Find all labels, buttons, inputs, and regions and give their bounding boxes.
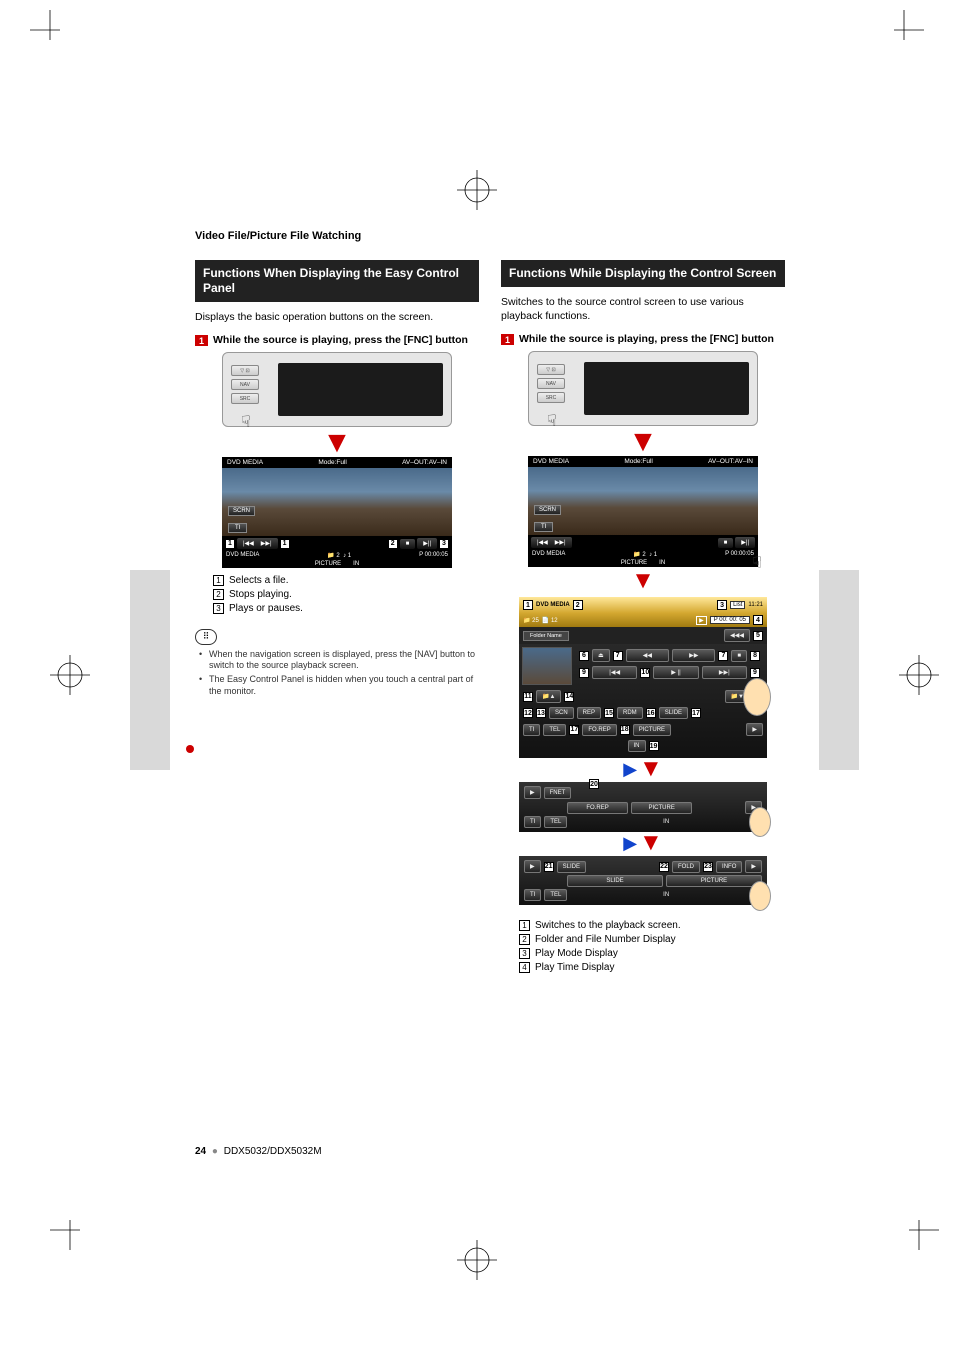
hand-pointer-icon: ☟	[752, 553, 762, 573]
ps-time: P 00:00:05	[419, 552, 448, 559]
page-number: 24	[195, 1146, 206, 1157]
page-footer: 24 ● DDX5032/DDX5032M	[195, 1146, 322, 1157]
step-number: 1	[501, 334, 514, 345]
device-top-row: ▽ ⊡	[537, 364, 565, 375]
flow-arrow-play-down-icon: ▶▼	[501, 836, 785, 850]
ti-button: TI	[228, 523, 247, 533]
left-legend: 1Selects a file. 2Stops playing. 3Plays …	[213, 574, 479, 616]
model-label: DDX5032/DDX5032M	[224, 1146, 322, 1157]
print-marker-dot	[186, 745, 194, 753]
callout: 3	[439, 539, 449, 549]
easy-playback-screenshot: DVD MEDIA Mode:Full AV–OUT:AV–IN SCRN TI…	[222, 457, 452, 568]
crop-corner	[894, 10, 924, 40]
playback-screenshot: DVD MEDIA Mode:Full AV–OUT:AV–IN SCRN TI…	[528, 456, 758, 567]
right-column: Functions While Displaying the Control S…	[501, 260, 785, 985]
extra-bar-screenshot-2: ▶ 21 SLIDE 22 FOLD 23 INFO ▶ SLIDE PICTU…	[519, 856, 767, 905]
step-text: While the source is playing, press the […	[519, 333, 774, 345]
right-header: Functions While Displaying the Control S…	[501, 260, 785, 287]
hand-pointer-icon: ☟	[547, 411, 557, 431]
face-illustration	[749, 807, 771, 837]
right-step: 1 While the source is playing, press the…	[501, 333, 785, 345]
ps-avout: AV–OUT:AV–IN	[402, 459, 447, 466]
left-notes: When the navigation screen is displayed,…	[199, 649, 479, 698]
ps-source: DVD MEDIA	[533, 458, 569, 465]
ps-source: DVD MEDIA	[227, 459, 263, 466]
device-tab-nav: NAV	[537, 378, 565, 389]
section-label: Video File/Picture File Watching	[195, 230, 785, 242]
step-number: 1	[195, 335, 208, 346]
face-illustration	[749, 881, 771, 911]
flow-arrow-play-down-icon: ▶▼	[501, 762, 785, 776]
ps-mode: Mode:Full	[318, 459, 347, 466]
crop-corner	[909, 1220, 939, 1250]
scrn-button: SCRN	[228, 506, 255, 516]
extra-bar-screenshot-1: ▶ 20 FNET FO.REP PICTURE ▶ TI TEL IN	[519, 782, 767, 832]
ps-bottom-source: DVD MEDIA	[532, 551, 565, 558]
ps-bottom-source: DVD MEDIA	[226, 552, 259, 559]
device-top-row: ▽ ⊡	[231, 365, 259, 376]
crop-mark	[457, 170, 497, 210]
left-desc: Displays the basic operation buttons on …	[195, 310, 479, 324]
flow-arrow-down-icon: ▼	[501, 434, 785, 450]
crop-corner	[30, 10, 60, 40]
device-tab-src: SRC	[537, 392, 565, 403]
print-margin-bar	[130, 570, 170, 770]
ps-mode: Mode:Full	[624, 458, 653, 465]
control-screen-screenshot: 1 DVD MEDIA 2 3 List 11:21 📁 25 📄 12 ▶ P…	[519, 597, 767, 758]
face-illustration	[743, 678, 771, 716]
crop-mark	[899, 655, 939, 695]
crop-corner	[50, 1220, 80, 1250]
right-desc: Switches to the source control screen to…	[501, 295, 785, 323]
callout: 1	[225, 539, 235, 549]
left-column: Functions When Displaying the Easy Contr…	[195, 260, 479, 985]
ps-avout: AV–OUT:AV–IN	[708, 458, 753, 465]
left-header: Functions When Displaying the Easy Contr…	[195, 260, 479, 302]
device-tab-nav: NAV	[231, 379, 259, 390]
flow-arrow-down-icon: ▼	[195, 435, 479, 451]
print-margin-bar	[819, 570, 859, 770]
right-legend: 1Switches to the playback screen. 2Folde…	[519, 919, 785, 975]
device-illustration: ▽ ⊡ NAV SRC ☟	[528, 351, 758, 426]
step-text: While the source is playing, press the […	[213, 334, 468, 346]
callout: 1	[280, 539, 290, 549]
callout: 2	[388, 539, 398, 549]
hand-pointer-icon: ☟	[241, 412, 251, 432]
ps-time: P 00:00:05	[725, 551, 754, 558]
flow-arrow-down-icon: ▼	[501, 573, 785, 589]
scrn-button: SCRN	[534, 505, 561, 515]
crop-mark	[457, 1240, 497, 1280]
note-icon: ⠿	[195, 629, 217, 645]
device-tab-src: SRC	[231, 393, 259, 404]
ti-button: TI	[534, 522, 553, 532]
crop-mark	[50, 655, 90, 695]
left-step: 1 While the source is playing, press the…	[195, 334, 479, 346]
device-illustration: ▽ ⊡ NAV SRC ☟	[222, 352, 452, 427]
